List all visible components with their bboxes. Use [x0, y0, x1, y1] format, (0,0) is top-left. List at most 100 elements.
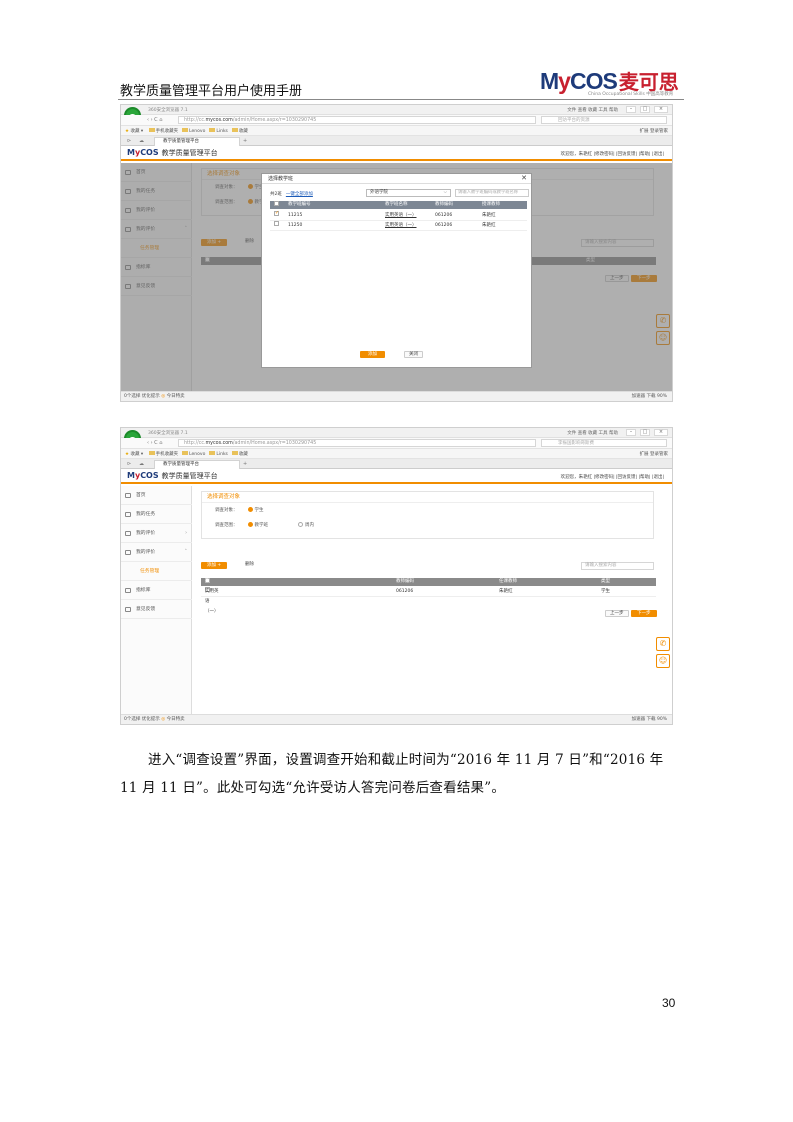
tab-platform[interactable]: 教学质量管理平台 [154, 460, 240, 469]
browser-title: 360安全浏览器 7.1 [148, 431, 188, 436]
maximize-icon[interactable]: □ [640, 429, 650, 436]
search-input[interactable]: 请输入搜索内容 [581, 562, 654, 570]
browser-titlebar: 360安全浏览器 7.1 文件 查看 收藏 工具 帮助 – □ × [121, 428, 672, 438]
sidebar-item-feedback[interactable]: 意见反馈 [121, 600, 192, 619]
minimize-icon[interactable]: – [626, 106, 636, 113]
browser-menu[interactable]: 文件 查看 收藏 工具 帮助 [567, 107, 618, 113]
tab-strip: ⊳ ☁ 教学质量管理平台 + [121, 459, 672, 469]
row-checkbox-checked[interactable]: ✓ [274, 211, 279, 216]
bookmark-star-icon: ★ [125, 452, 130, 457]
chevron-right-icon: › [185, 531, 187, 536]
sidebar-item-indicator[interactable]: 指标库 [121, 581, 192, 600]
chevron-up-icon: ˄ [184, 550, 187, 555]
close-icon[interactable]: × [654, 106, 668, 113]
browser-search-input[interactable]: 李振国影响哥斯费 [541, 439, 667, 447]
prev-step-button[interactable]: 上一步 [605, 610, 629, 617]
home-icon [125, 493, 131, 498]
user-links[interactable]: 欢迎您，朱艳红 |修改密码| |回访反馈| |帮助| |退出| [561, 151, 664, 157]
modal-title: 选择教学班 [262, 174, 531, 184]
sidebar-item-evaluation-2[interactable]: 我的评价˄ [121, 543, 192, 562]
browser-statusbar: 0个选择 优化提示 ◎ 今日特卖 加速器 下载 90% [121, 391, 672, 401]
radio-class[interactable] [247, 522, 253, 527]
select-object-section: 选择调查对象 调查对象： 学生 调查范围： 教学班 周内 [201, 491, 654, 539]
sidebar-toggle-icon[interactable]: ⊳ [127, 461, 131, 467]
close-icon[interactable]: × [654, 429, 668, 436]
browser-title: 360安全浏览器 7.1 [148, 108, 188, 113]
modal-close-button[interactable]: 关闭 [404, 351, 423, 358]
maximize-icon[interactable]: □ [640, 106, 650, 113]
delete-button[interactable]: 删除 [241, 562, 258, 569]
app-header: MyCOS 教学质量管理平台 欢迎您，朱艳红 |修改密码| |回访反馈| |帮助|… [121, 469, 672, 484]
logo-m: M [540, 68, 559, 94]
sidebar-item-tasks[interactable]: 我的任务 [121, 505, 192, 524]
logo-y: y [558, 68, 571, 94]
table-row[interactable]: ✓ 11215 实用英语（一） 061206 朱艳红 [270, 211, 527, 221]
select-all-link[interactable]: 一键全部添加 [286, 192, 313, 197]
phone-icon[interactable]: ✆ [656, 637, 670, 651]
nav-arrows-icon[interactable]: ‹ › C ⌂ [147, 440, 162, 446]
qq-icon[interactable]: ☺ [656, 654, 670, 668]
department-select[interactable]: 外语学院 ⌵ [366, 189, 451, 197]
modal-count: 共2班 [270, 192, 282, 197]
user-links[interactable]: 欢迎您，朱艳红 |修改密码| |回访反馈| |帮助| |退出| [561, 474, 664, 480]
cloud-icon[interactable]: ☁ [139, 461, 144, 467]
sidebar-item-evaluation[interactable]: 我的评价 › [121, 524, 192, 543]
bookmarks-right[interactable]: 扩展 登录管家 [640, 451, 668, 457]
gift-icon: ◎ [161, 717, 166, 722]
nav-arrows-icon[interactable]: ‹ › C ⌂ [147, 117, 162, 123]
next-step-button[interactable]: 下一步 [631, 610, 657, 617]
app-brand: MyCOS 教学质量管理平台 [127, 148, 218, 157]
browser-titlebar: 360安全浏览器 7.1 文件 查看 收藏 工具 帮助 – □ × [121, 105, 672, 115]
cloud-icon[interactable]: ☁ [139, 138, 144, 144]
mail-icon [125, 607, 131, 612]
sidebar-item-home[interactable]: 首页 [121, 486, 192, 505]
logo-tagline: China Occupational Skills 中国高等教育 [588, 92, 674, 97]
chart-icon [125, 588, 131, 593]
modal-table-header: 教学班编号 教学班名称 教师编码 授课教师 [270, 201, 527, 209]
browser-search-input[interactable]: 回访平台的资源 [541, 116, 667, 124]
url-input[interactable]: http://cc.mycos.com/admin/Home.aspx/r=10… [178, 439, 536, 447]
select-class-modal: 选择教学班 ✕ 共2班 一键全部添加 外语学院 ⌵ 请输入教学班编码或教学班名称 教… [261, 173, 532, 368]
modal-search-input[interactable]: 请输入教学班编码或教学班名称 [455, 189, 529, 197]
radio-student[interactable] [247, 507, 253, 512]
grid-icon [125, 531, 131, 536]
bookmarks-bar: ★ 收藏 ▾ 手机收藏夹 Lenovo Links 收藏 扩展 登录管家 [121, 126, 672, 136]
chevron-down-icon: ⌵ [443, 190, 447, 195]
app-header: MyCOS 教学质量管理平台 欢迎您，朱艳红 |修改密码| |回访反馈| |帮助|… [121, 146, 672, 161]
bookmarks-bar: ★ 收藏 ▾ 手机收藏夹 Lenovo Links 收藏 扩展 登录管家 [121, 449, 672, 459]
new-tab-icon[interactable]: + [243, 138, 247, 144]
mycos-logo: MyCOS 麦可思 China Occupational Skills 中国高等教… [540, 66, 685, 98]
section-title: 选择调查对象 [202, 492, 653, 503]
bookmarks-right[interactable]: 扩展 登录管家 [640, 128, 668, 134]
modal-select-all-checkbox[interactable] [274, 201, 279, 206]
main-content: 选择调查对象 调查对象： 学生 调查范围： 教学班 周内 添加 + 删除 请输入搜索内… [193, 486, 672, 714]
close-icon[interactable]: ✕ [521, 175, 527, 182]
tab-strip: ⊳ ☁ 教学质量管理平台 + [121, 136, 672, 146]
document-header-title: 教学质量管理平台用户使用手册 [120, 84, 303, 99]
bookmark-star-icon: ★ [125, 129, 130, 134]
browser-statusbar: 0个选择 优化提示 ◎ 今日特卖 加速器 下载 90% [121, 714, 672, 724]
radio-period[interactable] [298, 522, 303, 527]
table-header: 教学班 教师编码 任课教师 类型 [201, 578, 656, 600]
row-checkbox[interactable] [274, 221, 279, 226]
gift-icon: ◎ [161, 394, 166, 399]
minimize-icon[interactable]: – [626, 429, 636, 436]
body-paragraph: 进入“调查设置”界面，设置调查开始和截止时间为“2016 年 11 月 7 日”… [120, 752, 664, 796]
sidebar: 首页 我的任务 我的评价 › 我的评价 ˄ 任务管理 指标库 意见反馈 [121, 486, 192, 714]
sidebar-item-task-manage[interactable]: 任务管理 [121, 562, 192, 581]
modal-add-button[interactable]: 添加 [360, 351, 385, 358]
table-row[interactable]: 11250 实用英语（一） 061206 朱艳红 [270, 221, 527, 231]
address-bar: ‹ › C ⌂ http://cc.mycos.com/admin/Home.a… [121, 438, 672, 449]
address-bar: ‹ › C ⌂ http://cc.mycos.com/admin/Home.a… [121, 115, 672, 126]
screenshot-selected-class: 360安全浏览器 7.1 文件 查看 收藏 工具 帮助 – □ × e ‹ › … [120, 427, 673, 725]
tab-platform[interactable]: 教学质量管理平台 [154, 137, 240, 146]
url-input[interactable]: http://cc.mycos.com/admin/Home.aspx/r=10… [178, 116, 536, 124]
document-icon [125, 550, 131, 555]
add-button[interactable]: 添加 + [201, 562, 228, 569]
table-row[interactable]: 实用英语（一） 061206 朱艳红 学生 [201, 587, 656, 614]
screenshot-select-class-modal: 360安全浏览器 7.1 文件 查看 收藏 工具 帮助 – □ × e ‹ › … [120, 104, 673, 402]
header-divider [118, 99, 684, 100]
new-tab-icon[interactable]: + [243, 461, 247, 467]
sidebar-toggle-icon[interactable]: ⊳ [127, 138, 131, 144]
browser-menu[interactable]: 文件 查看 收藏 工具 帮助 [567, 430, 618, 436]
